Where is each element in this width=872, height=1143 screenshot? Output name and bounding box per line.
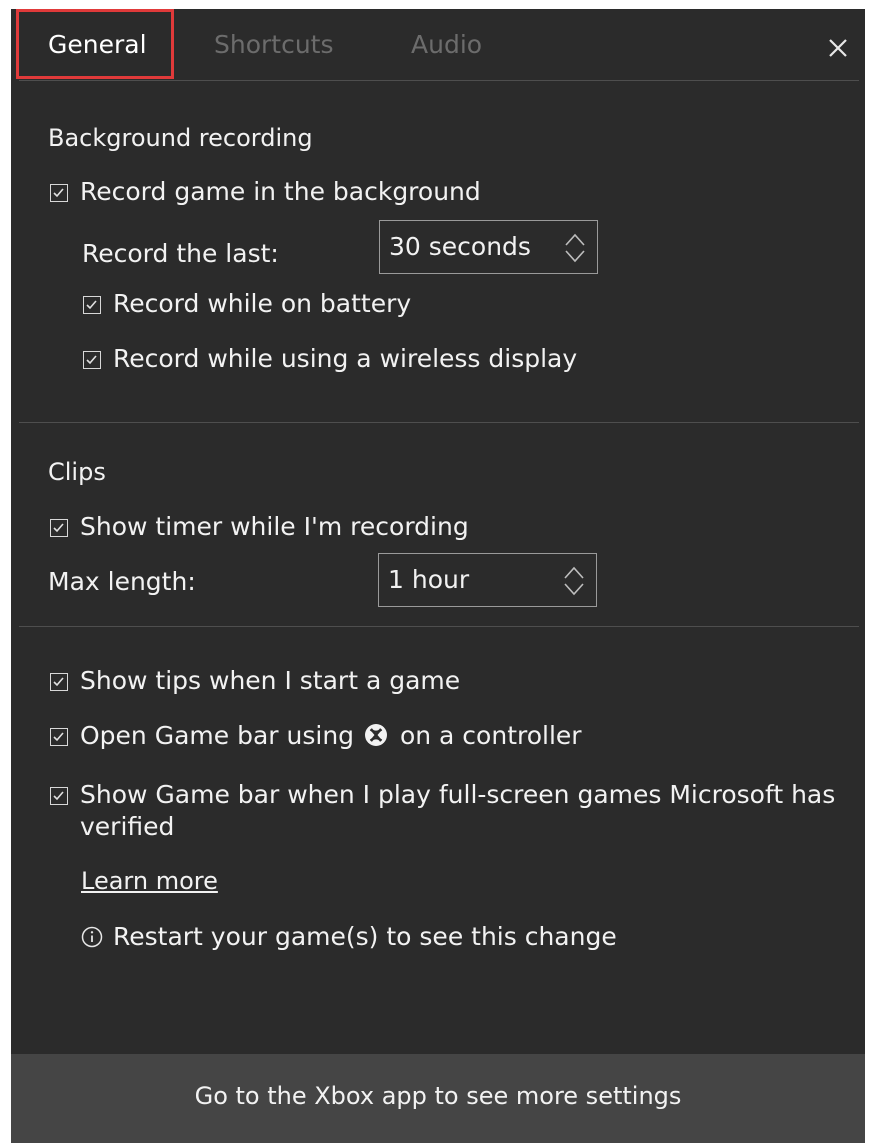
- spinner-icon: [565, 233, 585, 263]
- checkbox[interactable]: [83, 296, 101, 314]
- checkbox[interactable]: [50, 728, 68, 746]
- checkbox[interactable]: [50, 519, 68, 537]
- show-game-bar-fullscreen-option[interactable]: Show Game bar when I play full-screen ga…: [50, 779, 840, 843]
- select-value: 1 hour: [388, 565, 470, 594]
- check-icon: [86, 300, 97, 310]
- check-icon: [53, 791, 64, 801]
- checkbox-label: Show Game bar when I play full-screen ga…: [80, 780, 836, 841]
- show-tips-option[interactable]: Show tips when I start a game: [50, 665, 460, 697]
- show-timer-option[interactable]: Show timer while I'm recording: [50, 511, 469, 543]
- record-the-last-select[interactable]: 30 seconds: [379, 220, 598, 274]
- checkbox-label: Record game in the background: [80, 177, 481, 206]
- info-icon: [81, 926, 103, 948]
- spinner-icon: [564, 566, 584, 596]
- checkbox[interactable]: [50, 787, 68, 805]
- checkbox-label: Show timer while I'm recording: [80, 512, 469, 541]
- tab-general[interactable]: General: [48, 29, 147, 61]
- record-wireless-display-option[interactable]: Record while using a wireless display: [83, 343, 577, 375]
- checkbox[interactable]: [50, 673, 68, 691]
- footer-label: Go to the Xbox app to see more settings: [194, 1082, 682, 1110]
- section-heading-clips: Clips: [48, 458, 106, 486]
- check-icon: [53, 677, 64, 687]
- tab-shortcuts[interactable]: Shortcuts: [214, 29, 334, 61]
- check-icon: [53, 732, 64, 742]
- tab-divider: [19, 80, 859, 81]
- record-on-battery-option[interactable]: Record while on battery: [83, 288, 411, 320]
- record-the-last-label: Record the last:: [82, 239, 279, 268]
- learn-more-link[interactable]: Learn more: [81, 866, 218, 896]
- record-in-background-option[interactable]: Record game in the background: [50, 176, 481, 208]
- checkbox[interactable]: [83, 351, 101, 369]
- close-icon: [829, 39, 847, 57]
- checkbox-label: Show tips when I start a game: [80, 666, 461, 695]
- restart-note: Restart your game(s) to see this change: [81, 921, 617, 953]
- open-game-bar-option[interactable]: Open Game bar using on a controller: [50, 720, 582, 752]
- checkbox-label: Record while on battery: [113, 289, 412, 318]
- select-value: 30 seconds: [389, 232, 531, 261]
- checkbox-label: Open Game bar using on a controller: [80, 721, 582, 750]
- section-divider: [19, 626, 859, 627]
- check-icon: [53, 523, 64, 533]
- game-bar-settings-panel: General Shortcuts Audio Background recor…: [11, 9, 865, 1143]
- xbox-app-settings-button[interactable]: Go to the Xbox app to see more settings: [11, 1054, 865, 1143]
- checkbox[interactable]: [50, 184, 68, 202]
- tab-audio[interactable]: Audio: [411, 29, 482, 61]
- close-button[interactable]: [825, 35, 851, 61]
- tab-bar: General Shortcuts Audio: [11, 9, 865, 81]
- checkbox-label: Record while using a wireless display: [113, 344, 578, 373]
- xbox-button-icon: [365, 724, 387, 746]
- section-divider: [19, 422, 859, 423]
- check-icon: [53, 188, 64, 198]
- section-heading-background-recording: Background recording: [48, 124, 313, 152]
- check-icon: [86, 355, 97, 365]
- max-length-select[interactable]: 1 hour: [378, 553, 597, 607]
- max-length-label: Max length:: [48, 567, 196, 596]
